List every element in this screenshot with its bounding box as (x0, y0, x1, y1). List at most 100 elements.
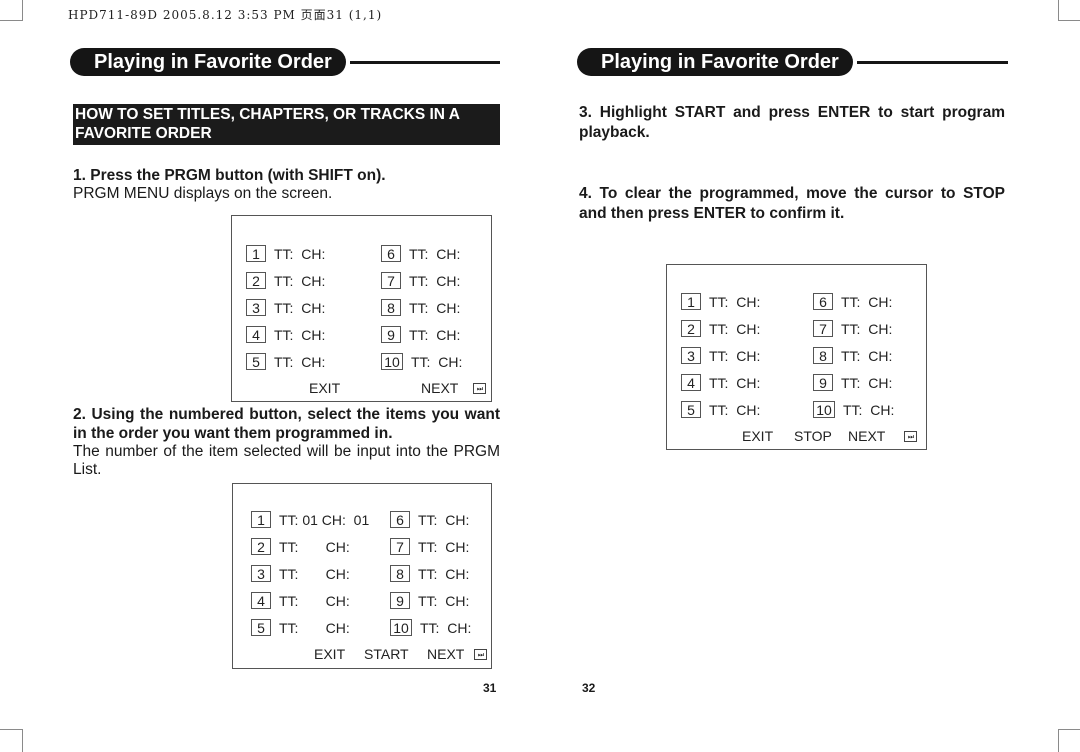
prgm-list-item[interactable]: 10 TT: CH: (390, 619, 471, 636)
item-tt-ch-label: TT: CH: (841, 320, 893, 337)
exit-button[interactable]: EXIT (314, 646, 345, 662)
stop-button[interactable]: STOP (794, 428, 832, 444)
crop-mark-top-right (1058, 0, 1080, 21)
item-tt-ch-label: TT: CH: (418, 592, 470, 609)
item-number-box: 6 (390, 511, 410, 528)
item-tt-ch-label: TT: CH: (841, 374, 893, 391)
item-tt-ch-label: TT: CH: (709, 320, 761, 337)
step-1-heading: 1. Press the PRGM button (with SHIFT on)… (73, 167, 386, 184)
item-tt-ch-label: TT: CH: (418, 538, 470, 555)
prgm-list-item[interactable]: 8 TT: CH: (381, 299, 460, 316)
next-button[interactable]: NEXT (427, 646, 464, 662)
item-number-box: 4 (251, 592, 271, 609)
prgm-list-item[interactable]: 3 TT: CH: (681, 347, 760, 364)
item-number-box: 5 (251, 619, 271, 636)
prgm-list-item[interactable]: 9 TT: CH: (390, 592, 469, 609)
item-number-box: 5 (246, 353, 266, 370)
prgm-list-item[interactable]: 1 TT: CH: (246, 245, 325, 262)
item-tt-ch-label: TT: CH: (279, 538, 350, 555)
prgm-list-item[interactable]: 4 TT: CH: (246, 326, 325, 343)
how-to-banner: HOW TO SET TITLES, CHAPTERS, OR TRACKS I… (73, 104, 500, 145)
prgm-list-item[interactable]: 8 TT: CH: (390, 565, 469, 582)
item-tt-ch-label: TT: CH: (420, 619, 472, 636)
prgm-list-item[interactable]: 10 TT: CH: (813, 401, 894, 418)
item-number-box: 1 (251, 511, 271, 528)
prgm-list-item[interactable]: 7 TT: CH: (381, 272, 460, 289)
prgm-list-item[interactable]: 7 TT: CH: (390, 538, 469, 555)
item-tt-ch-label: TT: CH: (709, 293, 761, 310)
item-number-box: 3 (251, 565, 271, 582)
item-tt-ch-label: TT: CH: (274, 326, 326, 343)
item-number-box: 1 (246, 245, 266, 262)
prgm-list-item[interactable]: 4 TT: CH: (251, 592, 350, 609)
right-section-title: Playing in Favorite Order (577, 48, 1008, 76)
prgm-list-item[interactable]: 4 TT: CH: (681, 374, 760, 391)
skip-next-icon[interactable]: ⏭ (473, 383, 486, 394)
exit-button[interactable]: EXIT (309, 380, 340, 396)
page-number-right: 32 (582, 681, 596, 695)
start-button[interactable]: START (364, 646, 409, 662)
prgm-list-item[interactable]: 3 TT: CH: (246, 299, 325, 316)
prgm-list-item[interactable]: 6 TT: CH: (390, 511, 469, 528)
item-tt-ch-label: TT: CH: (279, 592, 350, 609)
next-button[interactable]: NEXT (421, 380, 458, 396)
item-number-box: 7 (813, 320, 833, 337)
item-tt-ch-label: TT: CH: (418, 565, 470, 582)
item-tt-ch-label: TT: CH: (843, 401, 895, 418)
prgm-menu-stop: 1 TT: CH: 2 TT: CH: 3 TT: CH: 4 TT: CH: 5 TT: CH:… (666, 264, 927, 450)
item-number-box: 3 (246, 299, 266, 316)
prgm-list-item[interactable]: 5 TT: CH: (251, 619, 350, 636)
crop-mark-bottom-right (1058, 729, 1080, 752)
item-tt-ch-label: TT: CH: (274, 353, 326, 370)
prgm-list-item[interactable]: 5 TT: CH: (246, 353, 325, 370)
prgm-list-item[interactable]: 9 TT: CH: (813, 374, 892, 391)
item-number-box: 9 (390, 592, 410, 609)
prgm-list-item[interactable]: 1 TT: CH: (681, 293, 760, 310)
prgm-list-item[interactable]: 6 TT: CH: (813, 293, 892, 310)
item-number-box: 2 (246, 272, 266, 289)
prgm-list-item[interactable]: 6 TT: CH: (381, 245, 460, 262)
item-tt-ch-label: TT: CH: (418, 511, 470, 528)
prgm-list-item[interactable]: 5 TT: CH: (681, 401, 760, 418)
item-tt-ch-label: TT: CH: (279, 565, 350, 582)
skip-next-icon[interactable]: ⏭ (904, 431, 917, 442)
item-tt-ch-label: TT: CH: (709, 374, 761, 391)
item-number-box: 3 (681, 347, 701, 364)
item-number-box: 7 (381, 272, 401, 289)
item-number-box: 2 (251, 538, 271, 555)
section-title-rule (349, 60, 500, 64)
next-button[interactable]: NEXT (848, 428, 885, 444)
prgm-list-item[interactable]: 1 TT: 01 CH: 01 (251, 511, 369, 528)
prgm-list-item[interactable]: 2 TT: CH: (246, 272, 325, 289)
item-number-box: 5 (681, 401, 701, 418)
exit-button[interactable]: EXIT (742, 428, 773, 444)
skip-next-icon[interactable]: ⏭ (474, 649, 487, 660)
item-tt-ch-label: TT: CH: (274, 272, 326, 289)
item-tt-ch-label: TT: CH: (411, 353, 463, 370)
prgm-list-item[interactable]: 7 TT: CH: (813, 320, 892, 337)
step-1: 1. Press the PRGM button (with SHIFT on)… (73, 166, 500, 203)
item-tt-ch-label: TT: CH: (409, 299, 461, 316)
item-number-box: 10 (390, 619, 412, 636)
item-tt-ch-label: TT: CH: (709, 347, 761, 364)
prgm-list-item[interactable]: 2 TT: CH: (681, 320, 760, 337)
prgm-list-item[interactable]: 9 TT: CH: (381, 326, 460, 343)
prgm-list-item[interactable]: 2 TT: CH: (251, 538, 350, 555)
prgm-list-item[interactable]: 8 TT: CH: (813, 347, 892, 364)
step-2: 2. Using the numbered button, select the… (73, 405, 500, 479)
item-number-box: 9 (381, 326, 401, 343)
item-number-box: 8 (390, 565, 410, 582)
item-tt-ch-label: TT: CH: (409, 245, 461, 262)
item-number-box: 4 (246, 326, 266, 343)
section-title-text: Playing in Favorite Order (577, 48, 853, 76)
prgm-list-item[interactable]: 10 TT: CH: (381, 353, 462, 370)
section-title-text: Playing in Favorite Order (70, 48, 346, 76)
item-tt-ch-label: TT: CH: (841, 293, 893, 310)
step-2-heading: 2. Using the numbered button, select the… (73, 406, 500, 442)
step-1-body: PRGM MENU displays on the screen. (73, 185, 333, 202)
prgm-menu-filled: 1 TT: 01 CH: 01 2 TT: CH: 3 TT: CH: 4 TT: CH: 5 T… (232, 483, 492, 669)
item-tt-ch-label: TT: CH: (274, 299, 326, 316)
item-number-box: 8 (813, 347, 833, 364)
item-tt-ch-label: TT: CH: (709, 401, 761, 418)
prgm-list-item[interactable]: 3 TT: CH: (251, 565, 350, 582)
